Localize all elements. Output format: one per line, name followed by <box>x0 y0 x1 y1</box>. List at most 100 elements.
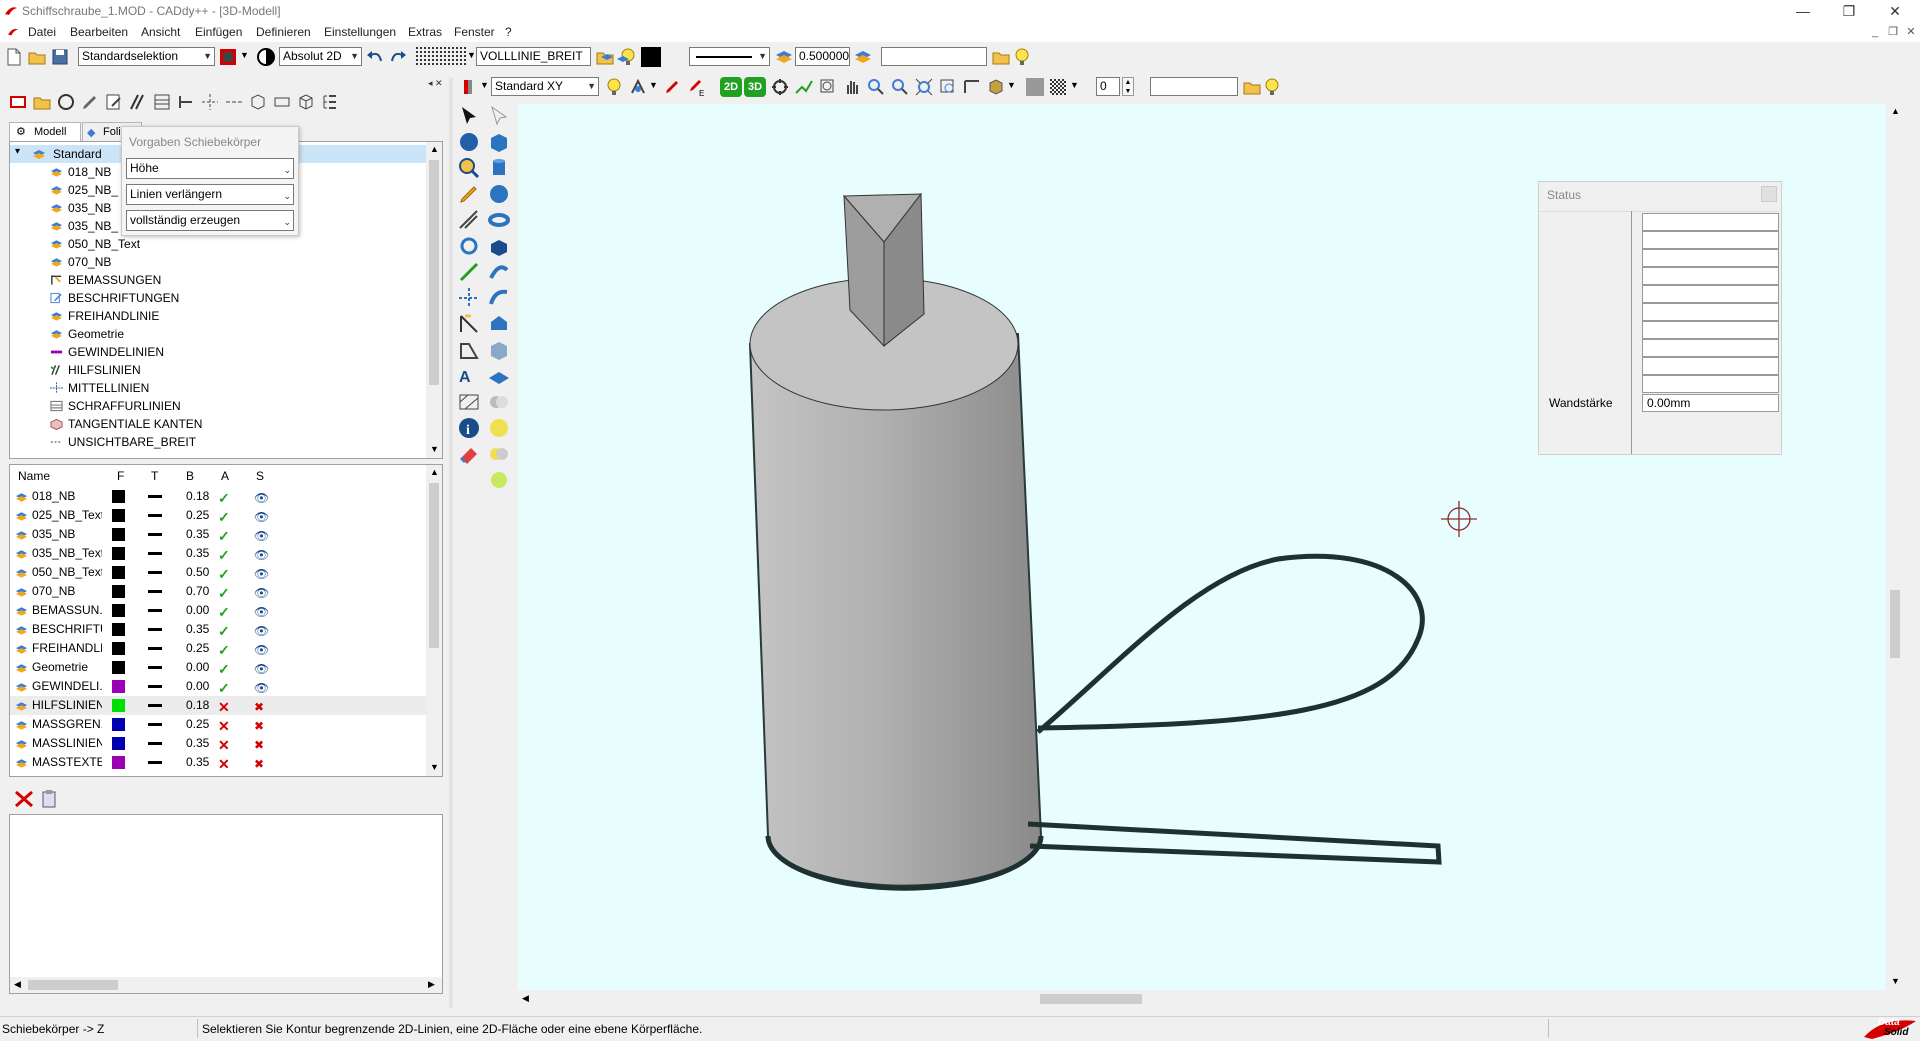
grid-snap-icon[interactable] <box>416 47 466 67</box>
grid-dropdown-icon[interactable]: ▼ <box>467 50 476 60</box>
selection-filter-dropdown-icon[interactable]: ▼ <box>240 50 249 60</box>
status-empty-field[interactable] <box>1642 375 1779 393</box>
eraser-icon[interactable] <box>457 442 481 466</box>
new-file-icon[interactable] <box>4 47 24 67</box>
view-3d-button[interactable]: 3D <box>744 77 766 97</box>
dimension-tool-icon[interactable] <box>457 312 481 336</box>
layer-width[interactable]: 0.35 <box>186 525 209 544</box>
scroll-up-icon[interactable]: ▲ <box>430 467 439 477</box>
viewport-vscrollbar[interactable]: ▲ ▼ <box>1886 104 1904 990</box>
zoom-out-icon[interactable] <box>890 77 910 97</box>
close-button[interactable]: ✕ <box>1872 0 1918 22</box>
layer-width[interactable]: 0.35 <box>186 753 209 772</box>
col-a[interactable]: A <box>221 469 229 483</box>
eye-off-icon[interactable]: ✖ <box>254 755 264 774</box>
cross-icon[interactable]: ✕ <box>218 755 230 774</box>
tree-structure-icon[interactable] <box>320 92 340 112</box>
torus-icon[interactable] <box>487 208 511 232</box>
mdi-restore-button[interactable]: ❐ <box>1886 26 1900 38</box>
layer-color-swatch[interactable] <box>112 547 125 560</box>
gray-swatch[interactable] <box>1026 78 1044 96</box>
cube-icon[interactable] <box>296 92 316 112</box>
status-empty-field[interactable] <box>1642 267 1779 285</box>
freeform-curve[interactable] <box>1027 553 1442 865</box>
layer-row[interactable]: MASSLINIEN 0.35 ✕ ✖ <box>10 734 426 753</box>
selection-filter-icon[interactable] <box>218 47 238 67</box>
pencil-icon[interactable] <box>457 182 481 206</box>
layer-width[interactable]: 0.00 <box>186 601 209 620</box>
mdi-close-button[interactable]: ✕ <box>1904 26 1918 38</box>
wandstaerke-field[interactable]: 0.00mm <box>1642 394 1779 412</box>
mirror-icon[interactable] <box>457 338 481 362</box>
zoom-region-icon[interactable] <box>794 77 814 97</box>
pattern-dropdown-icon[interactable]: ▼ <box>1070 80 1079 90</box>
tree-item[interactable]: Geometrie <box>50 325 420 343</box>
status-empty-field[interactable] <box>1642 231 1779 249</box>
hilfslinien-icon[interactable] <box>128 92 148 112</box>
scroll-up-icon[interactable]: ▲ <box>430 144 439 154</box>
panel-splitter[interactable] <box>449 78 453 1008</box>
layer-row[interactable]: BEMASSUN... 0.00 ✓ 👁 <box>10 601 426 620</box>
layer-linetype[interactable] <box>148 552 162 555</box>
scroll-left-icon[interactable]: ◀ <box>522 993 529 1004</box>
status-empty-field[interactable] <box>1642 213 1779 231</box>
menu-definieren[interactable]: Definieren <box>256 25 311 39</box>
layer-row[interactable]: GEWINDELI... 0.00 ✓ 👁 <box>10 677 426 696</box>
layer-width[interactable]: 0.18 <box>186 696 209 715</box>
layer-color-swatch[interactable] <box>112 604 125 617</box>
scroll-thumb[interactable] <box>429 160 439 385</box>
dash-line-icon[interactable] <box>224 92 244 112</box>
status-empty-field[interactable] <box>1642 357 1779 375</box>
popup-option-hoehe[interactable]: Höhe ⌄ <box>126 158 294 179</box>
status-empty-field[interactable] <box>1642 339 1779 357</box>
menu-help[interactable]: ? <box>505 25 512 39</box>
layer-folder-icon[interactable] <box>32 92 52 112</box>
shell-icon[interactable] <box>487 338 511 362</box>
centerline-tool-icon[interactable] <box>457 286 481 310</box>
layer-color-swatch[interactable] <box>112 680 125 693</box>
trim-icon[interactable] <box>457 208 481 232</box>
color-picker-swatch[interactable] <box>641 47 661 67</box>
scroll-down-icon[interactable]: ▼ <box>430 444 439 454</box>
menu-einfuegen[interactable]: Einfügen <box>195 25 242 39</box>
select-alt-icon[interactable] <box>487 104 511 128</box>
layer-color-swatch[interactable] <box>112 642 125 655</box>
layer-row[interactable]: 050_NB_Text 0.50 ✓ 👁 <box>10 563 426 582</box>
layer-linetype[interactable] <box>148 609 162 612</box>
layer-linetype[interactable] <box>148 590 162 593</box>
scroll-thumb[interactable] <box>1040 994 1142 1004</box>
layer-row[interactable]: 025_NB_Text 0.25 ✓ 👁 <box>10 506 426 525</box>
layer-row[interactable]: Geometrie 0.00 ✓ 👁 <box>10 658 426 677</box>
shading-dropdown-icon[interactable]: ▼ <box>1007 80 1016 90</box>
layer-width[interactable]: 0.35 <box>186 734 209 753</box>
open-file-icon[interactable] <box>27 47 47 67</box>
tree-item[interactable]: HILFSLINIEN <box>50 361 420 379</box>
view-select-icon[interactable] <box>460 77 480 97</box>
minimize-button[interactable]: — <box>1780 0 1826 22</box>
status-empty-field[interactable] <box>1642 303 1779 321</box>
rotate-view-icon[interactable] <box>770 77 790 97</box>
layer-row[interactable]: 018_NB 0.18 ✓ 👁 <box>10 487 426 506</box>
plate-icon[interactable] <box>487 364 511 388</box>
layer-width[interactable]: 0.18 <box>186 487 209 506</box>
loft-icon[interactable] <box>487 260 511 284</box>
layer-manager-icon[interactable] <box>8 92 28 112</box>
layer-linetype[interactable] <box>148 533 162 536</box>
layer-color-swatch[interactable] <box>112 661 125 674</box>
scroll-thumb[interactable] <box>1890 590 1900 658</box>
popup-option-linien[interactable]: Linien verlängern ⌄ <box>126 184 294 205</box>
tree-item[interactable]: FREIHANDLINIE <box>50 307 420 325</box>
layer-row[interactable]: 070_NB 0.70 ✓ 👁 <box>10 582 426 601</box>
tree-scrollbar[interactable]: ▲ ▼ <box>426 142 442 458</box>
line-width-field[interactable]: 0.500000 <box>795 47 850 66</box>
layer-width[interactable]: 0.25 <box>186 506 209 525</box>
maximize-button[interactable]: ❐ <box>1826 0 1872 22</box>
col-name[interactable]: Name <box>18 469 50 483</box>
layer-color-swatch[interactable] <box>112 756 125 769</box>
layer-color-swatch[interactable] <box>112 718 125 731</box>
edit-e-icon[interactable]: E <box>686 77 706 97</box>
layer-linetype[interactable] <box>148 704 162 707</box>
menu-ansicht[interactable]: Ansicht <box>141 25 180 39</box>
box-3d-icon[interactable] <box>248 92 268 112</box>
cylinder-shape[interactable] <box>748 277 1044 891</box>
